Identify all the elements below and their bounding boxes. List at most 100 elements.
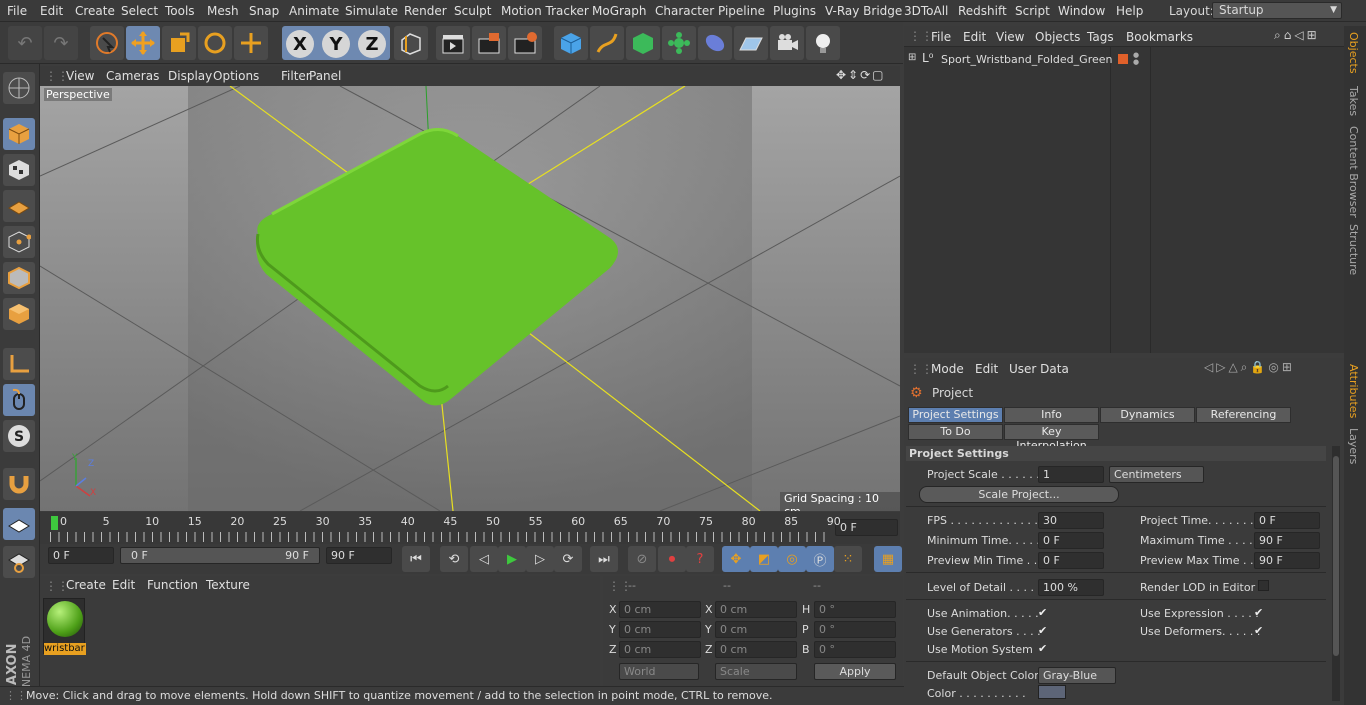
menu-window[interactable]: Window — [1058, 4, 1105, 18]
material-menu-texture[interactable]: Texture — [206, 578, 250, 592]
subdivision-button[interactable] — [626, 26, 660, 60]
size-z-field[interactable]: 0 cm — [715, 641, 797, 658]
viewport-menu-cameras[interactable]: Cameras — [106, 69, 159, 83]
tab-project-settings[interactable]: Project Settings — [908, 407, 1003, 423]
render-lod-checkbox[interactable] — [1258, 580, 1269, 591]
use-generators-checkbox[interactable]: ✔ — [1038, 625, 1050, 637]
preview-max-field[interactable]: 90 F — [1254, 552, 1320, 569]
key-param-button[interactable]: Ⓟ — [806, 546, 834, 572]
model-mode-button[interactable] — [3, 118, 35, 150]
project-time-field[interactable]: 0 F — [1254, 512, 1320, 529]
menu-motion-tracker[interactable]: Motion Tracker — [501, 4, 589, 18]
menu-file[interactable]: File — [7, 4, 27, 18]
size-x-field[interactable]: 0 cm — [715, 601, 797, 618]
unit-select[interactable]: Centimeters — [1109, 466, 1204, 483]
objmgr-tools[interactable]: ⌕⌂◁⊞ — [1274, 28, 1320, 43]
rail-tab-structure[interactable]: Structure — [1347, 224, 1360, 275]
rot-p-field[interactable]: 0 ° — [814, 621, 896, 638]
material-menu-edit[interactable]: Edit — [112, 578, 135, 592]
key-position-button[interactable]: ✥ — [722, 546, 750, 572]
render-view-button[interactable] — [436, 26, 470, 60]
perspective-viewport[interactable]: YZ X Perspective Grid Spacing : 10 cm — [40, 86, 900, 511]
render-region-button[interactable] — [472, 26, 506, 60]
rail-tab-attributes[interactable]: Attributes — [1347, 364, 1360, 418]
key-pla-button[interactable]: ⁙ — [834, 546, 862, 572]
menu-character[interactable]: Character — [655, 4, 714, 18]
viewport-menu-panel[interactable]: Panel — [309, 69, 341, 83]
viewport-menu-display[interactable]: Display — [168, 69, 212, 83]
attr-menu-user-data[interactable]: User Data — [1009, 362, 1069, 376]
color-swatch[interactable] — [1038, 685, 1066, 699]
axis-mode-button[interactable] — [3, 348, 35, 380]
key-rotation-button[interactable]: ◎ — [778, 546, 806, 572]
polygons-mode-button[interactable] — [3, 298, 35, 330]
material-thumbnail[interactable]: wristbar — [43, 598, 86, 655]
objmgr-menu-view[interactable]: View — [996, 30, 1024, 44]
menu-create[interactable]: Create — [75, 4, 115, 18]
spline-pen-button[interactable] — [590, 26, 624, 60]
scale-tool-button[interactable] — [162, 26, 196, 60]
objmgr-menu-bookmarks[interactable]: Bookmarks — [1126, 30, 1193, 44]
minimum-time-field[interactable]: 0 F — [1038, 532, 1104, 549]
undo-button[interactable]: ↶ — [8, 26, 42, 60]
visibility-dots-icon[interactable]: ● ● — [1133, 52, 1139, 66]
use-animation-checkbox[interactable]: ✔ — [1038, 607, 1050, 619]
rail-tab-takes[interactable]: Takes — [1347, 86, 1360, 116]
key-scale-button[interactable]: ◩ — [750, 546, 778, 572]
redo-button[interactable]: ↷ — [44, 26, 78, 60]
live-selection-button[interactable] — [90, 26, 124, 60]
workplane-lock-button[interactable] — [3, 508, 35, 540]
record-disabled-button[interactable]: ⊘ — [628, 546, 656, 572]
next-key-button[interactable]: ⟳ — [554, 546, 582, 572]
object-row[interactable]: ⊞ L⁰ Sport_Wristband_Folded_Green ● ● — [908, 51, 1348, 68]
lod-field[interactable]: 100 % — [1038, 579, 1104, 596]
tweak-mode-button[interactable] — [3, 384, 35, 416]
tab-info[interactable]: Info — [1004, 407, 1099, 423]
menu-plugins[interactable]: Plugins — [773, 4, 816, 18]
texture-mode-button[interactable] — [3, 154, 35, 186]
objmgr-menu-file[interactable]: File — [931, 30, 951, 44]
menu-3dtoall[interactable]: 3DToAll — [904, 4, 948, 18]
timeline-window-button[interactable]: ▦ — [874, 546, 902, 572]
light-button[interactable] — [806, 26, 840, 60]
menu-pipeline[interactable]: Pipeline — [718, 4, 765, 18]
tab-referencing[interactable]: Referencing — [1196, 407, 1291, 423]
menu-v-ray-bridge[interactable]: V-Ray Bridge — [825, 4, 902, 18]
start-frame-field[interactable]: 0 F — [48, 547, 114, 564]
apply-button[interactable]: Apply — [814, 663, 896, 680]
tab-key-interpolation[interactable]: Key Interpolation — [1004, 424, 1099, 452]
tab-dynamics[interactable]: Dynamics — [1100, 407, 1195, 423]
layer-color-swatch[interactable] — [1118, 54, 1128, 64]
material-menu-function[interactable]: Function — [147, 578, 198, 592]
menu-animate[interactable]: Animate — [289, 4, 339, 18]
objmgr-menu-tags[interactable]: Tags — [1087, 30, 1114, 44]
fps-field[interactable]: 30 — [1038, 512, 1104, 529]
points-mode-button[interactable] — [3, 226, 35, 258]
viewport-nav-icons[interactable]: ✥⇕⟳▢ — [836, 68, 886, 82]
default-object-color-select[interactable]: Gray-Blue — [1038, 667, 1116, 684]
objmgr-menu-objects[interactable]: Objects — [1035, 30, 1080, 44]
attr-menu-mode[interactable]: Mode — [931, 362, 964, 376]
coordinate-system-button[interactable] — [394, 26, 428, 60]
end-frame-field[interactable]: 90 F — [326, 547, 392, 564]
menu-select[interactable]: Select — [121, 4, 158, 18]
attr-menu-edit[interactable]: Edit — [975, 362, 998, 376]
autokey-button[interactable]: ? — [686, 546, 714, 572]
menu-mograph[interactable]: MoGraph — [592, 4, 647, 18]
z-axis-icon[interactable]: Z — [358, 30, 386, 58]
material-menu-create[interactable]: Create — [66, 578, 106, 592]
playhead[interactable] — [51, 516, 58, 530]
menu-mesh[interactable]: Mesh — [207, 4, 239, 18]
magnet-button[interactable] — [3, 468, 35, 500]
viewport-menu-filter[interactable]: Filter — [281, 69, 311, 83]
menu-help[interactable]: Help — [1116, 4, 1143, 18]
rotate-tool-button[interactable] — [198, 26, 232, 60]
pos-y-field[interactable]: 0 cm — [619, 621, 701, 638]
menu-render[interactable]: Render — [404, 4, 447, 18]
viewport-menu-view[interactable]: View — [66, 69, 94, 83]
workplane-mode-button[interactable] — [3, 190, 35, 222]
objmgr-menu-edit[interactable]: Edit — [963, 30, 986, 44]
use-deformers-checkbox[interactable]: ✔ — [1254, 625, 1266, 637]
use-expression-checkbox[interactable]: ✔ — [1254, 607, 1266, 619]
viewport-menu-options[interactable]: Options — [213, 69, 259, 83]
